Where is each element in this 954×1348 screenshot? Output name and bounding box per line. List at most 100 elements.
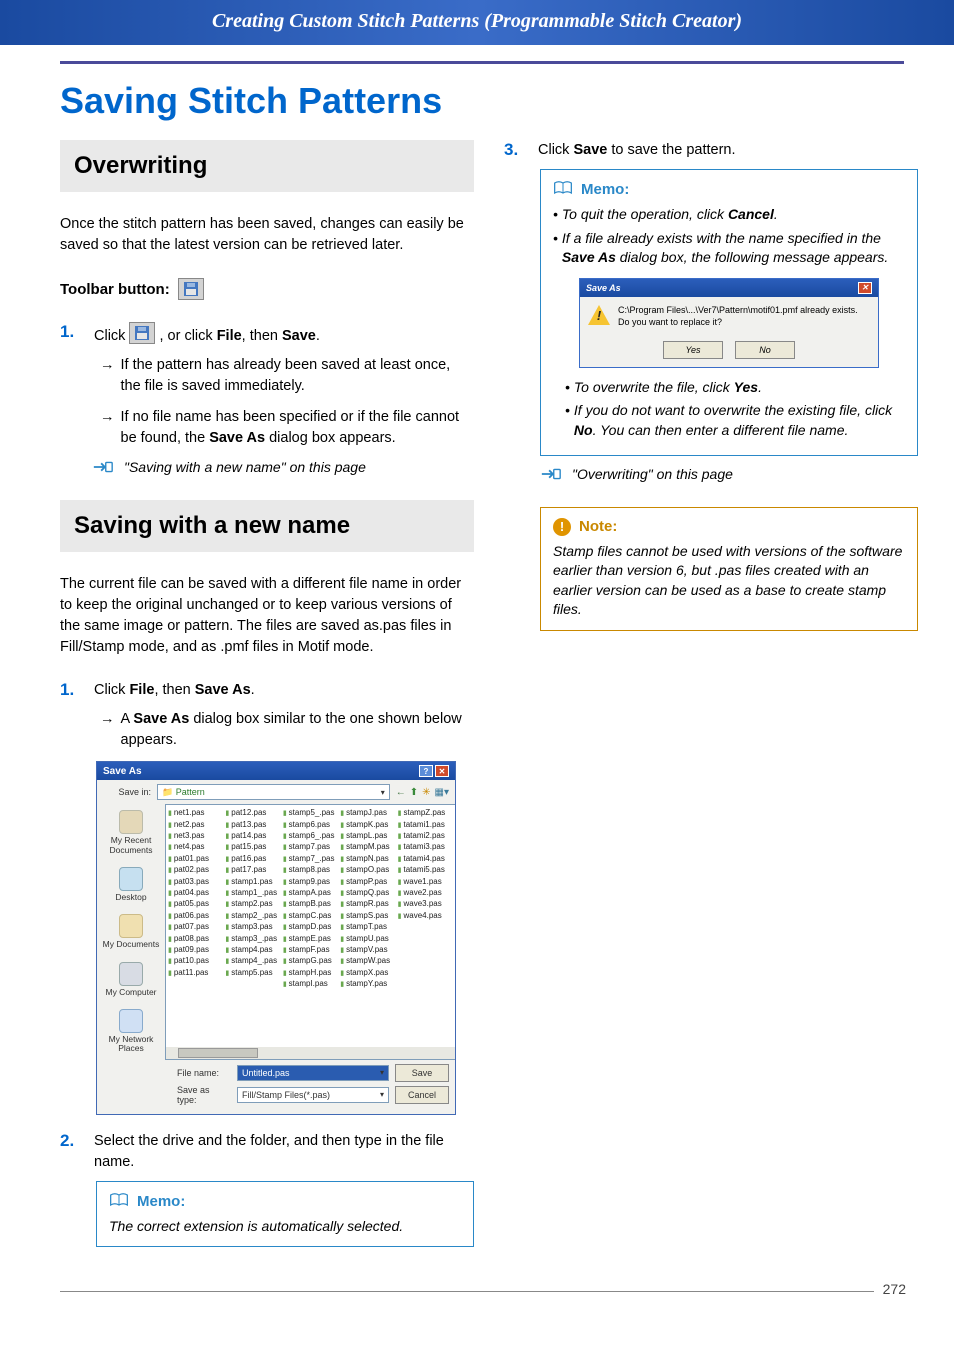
file-item[interactable]: pat13.pas — [225, 820, 280, 830]
file-item[interactable]: wave4.pas — [398, 911, 453, 921]
file-item[interactable]: stampO.pas — [340, 865, 395, 875]
file-item[interactable]: stamp5_.pas — [283, 808, 338, 818]
hand-pointer-icon — [92, 459, 114, 478]
file-item[interactable]: stamp9.pas — [283, 877, 338, 887]
file-item[interactable]: pat07.pas — [168, 922, 223, 932]
file-item[interactable]: stampY.pas — [340, 979, 395, 989]
file-item[interactable]: pat17.pas — [225, 865, 280, 875]
file-item[interactable]: stampP.pas — [340, 877, 395, 887]
file-item[interactable]: pat08.pas — [168, 934, 223, 944]
file-item[interactable]: stamp7_.pas — [283, 854, 338, 864]
alert-message: C:\Program Files\...\Ver7\Pattern\motif0… — [618, 305, 870, 328]
file-item[interactable]: pat02.pas — [168, 865, 223, 875]
result-arrow-1: →If the pattern has already been saved a… — [100, 355, 474, 397]
file-item[interactable]: stamp1_.pas — [225, 888, 280, 898]
file-item[interactable]: stamp2.pas — [225, 899, 280, 909]
file-item[interactable]: pat04.pas — [168, 888, 223, 898]
file-item[interactable]: stampB.pas — [283, 899, 338, 909]
file-item[interactable]: stampT.pas — [340, 922, 395, 932]
filename-label: File name: — [177, 1068, 231, 1078]
file-item[interactable]: tatami3.pas — [398, 842, 453, 852]
sidebar-my-computer[interactable]: My Computer — [105, 962, 156, 997]
file-item[interactable]: stamp3.pas — [225, 922, 280, 932]
new-folder-icon[interactable]: ✳ — [422, 787, 430, 798]
file-item[interactable]: net4.pas — [168, 842, 223, 852]
file-item[interactable]: stamp3_.pas — [225, 934, 280, 944]
file-item[interactable]: stampD.pas — [283, 922, 338, 932]
file-item[interactable]: pat15.pas — [225, 842, 280, 852]
file-item[interactable]: pat03.pas — [168, 877, 223, 887]
close-icon[interactable]: ✕ — [858, 282, 872, 294]
file-item[interactable]: stamp7.pas — [283, 842, 338, 852]
file-item[interactable]: stamp5.pas — [225, 968, 280, 978]
save-in-dropdown[interactable]: 📁 Pattern — [157, 784, 390, 800]
file-item[interactable]: stampH.pas — [283, 968, 338, 978]
file-item[interactable]: stamp8.pas — [283, 865, 338, 875]
close-icon[interactable]: ✕ — [435, 765, 449, 777]
file-item[interactable]: stamp4_.pas — [225, 956, 280, 966]
file-item[interactable]: pat14.pas — [225, 831, 280, 841]
file-item[interactable]: stampU.pas — [340, 934, 395, 944]
file-item[interactable]: stamp1.pas — [225, 877, 280, 887]
file-item[interactable]: tatami1.pas — [398, 820, 453, 830]
file-item[interactable]: pat06.pas — [168, 911, 223, 921]
step3-body: Click Save to save the pattern. — [538, 140, 918, 161]
file-item[interactable]: stamp4.pas — [225, 945, 280, 955]
sidebar-desktop[interactable]: Desktop — [115, 867, 146, 902]
file-item[interactable]: wave2.pas — [398, 888, 453, 898]
cancel-button[interactable]: Cancel — [395, 1086, 449, 1104]
help-icon[interactable]: ? — [419, 765, 433, 777]
file-item[interactable]: stampN.pas — [340, 854, 395, 864]
sidebar-my-documents[interactable]: My Documents — [103, 914, 160, 949]
savetype-dropdown[interactable]: Fill/Stamp Files(*.pas) — [237, 1087, 389, 1103]
file-item[interactable]: stampM.pas — [340, 842, 395, 852]
file-item[interactable]: stampE.pas — [283, 934, 338, 944]
filename-input[interactable]: Untitled.pas — [237, 1065, 389, 1081]
file-item[interactable]: stamp6_.pas — [283, 831, 338, 841]
sidebar-my-recent[interactable]: My Recent Documents — [101, 810, 161, 855]
file-item[interactable]: pat10.pas — [168, 956, 223, 966]
file-list-pane[interactable]: net1.pas net2.pas net3.pas net4.pas pat0… — [165, 804, 455, 1059]
file-item[interactable]: stampZ.pas — [398, 808, 453, 818]
file-item[interactable]: wave3.pas — [398, 899, 453, 909]
file-item[interactable]: pat09.pas — [168, 945, 223, 955]
sidebar-my-network[interactable]: My Network Places — [101, 1009, 161, 1054]
file-item[interactable]: stampL.pas — [340, 831, 395, 841]
file-column: stamp5_.pas stamp6.pas stamp6_.pas stamp… — [283, 808, 338, 1044]
no-button[interactable]: No — [735, 341, 795, 359]
file-item[interactable]: stampR.pas — [340, 899, 395, 909]
file-item[interactable]: pat16.pas — [225, 854, 280, 864]
file-item[interactable]: tatami2.pas — [398, 831, 453, 841]
file-item[interactable]: pat01.pas — [168, 854, 223, 864]
file-item[interactable]: pat12.pas — [225, 808, 280, 818]
file-item[interactable]: stampA.pas — [283, 888, 338, 898]
file-item[interactable]: tatami5.pas — [398, 865, 453, 875]
up-icon[interactable]: ⬆ — [410, 787, 418, 798]
file-item[interactable]: stamp2_.pas — [225, 911, 280, 921]
file-item[interactable]: stampC.pas — [283, 911, 338, 921]
file-item[interactable]: stampF.pas — [283, 945, 338, 955]
yes-button[interactable]: Yes — [663, 341, 723, 359]
views-icon[interactable]: ▦▾ — [435, 787, 449, 798]
scrollbar[interactable] — [166, 1047, 455, 1059]
file-item[interactable]: pat11.pas — [168, 968, 223, 978]
file-item[interactable]: stampV.pas — [340, 945, 395, 955]
file-item[interactable]: stampW.pas — [340, 956, 395, 966]
file-item[interactable]: net3.pas — [168, 831, 223, 841]
file-item[interactable]: tatami4.pas — [398, 854, 453, 864]
file-item[interactable]: stampG.pas — [283, 956, 338, 966]
file-item[interactable]: stampX.pas — [340, 968, 395, 978]
file-item[interactable]: stampI.pas — [283, 979, 338, 989]
file-item[interactable]: net2.pas — [168, 820, 223, 830]
file-item[interactable]: wave1.pas — [398, 877, 453, 887]
file-item[interactable]: stampS.pas — [340, 911, 395, 921]
file-item[interactable]: stampJ.pas — [340, 808, 395, 818]
file-item[interactable]: stamp6.pas — [283, 820, 338, 830]
file-item[interactable]: net1.pas — [168, 808, 223, 818]
file-item[interactable]: stampQ.pas — [340, 888, 395, 898]
file-item[interactable]: stampK.pas — [340, 820, 395, 830]
file-item[interactable]: pat05.pas — [168, 899, 223, 909]
back-icon[interactable]: ← — [396, 787, 406, 798]
step1-number: 1. — [60, 680, 80, 701]
save-button[interactable]: Save — [395, 1064, 449, 1082]
